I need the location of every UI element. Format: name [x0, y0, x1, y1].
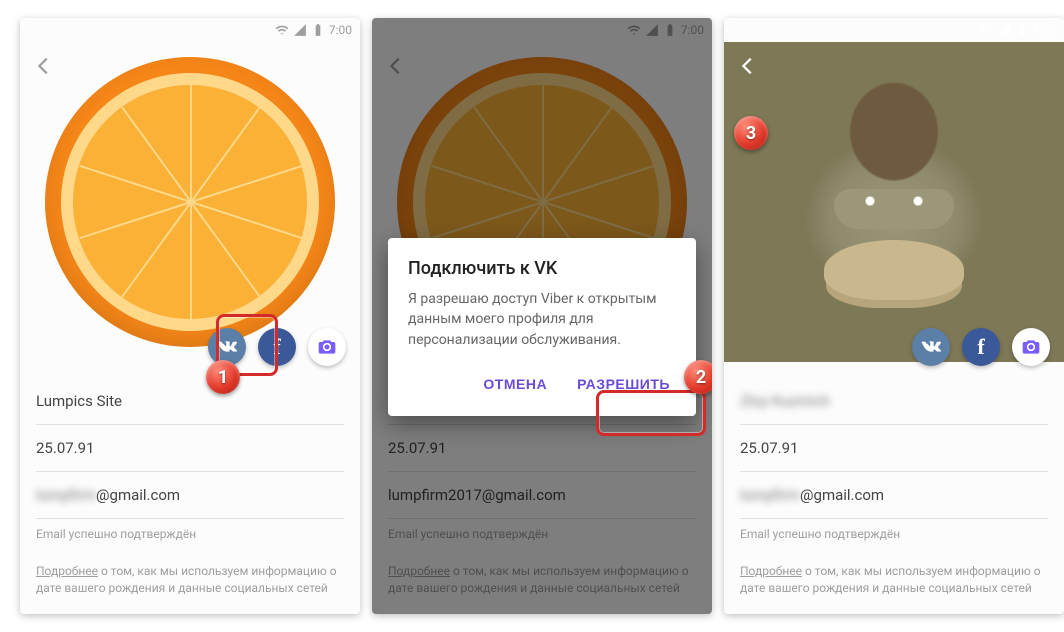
- step-1-badge: 1: [206, 360, 240, 394]
- camera-button[interactable]: [308, 328, 346, 366]
- back-button[interactable]: [30, 52, 58, 80]
- birthdate-field[interactable]: 25.07.91: [36, 425, 344, 472]
- wifi-icon: [275, 23, 289, 37]
- dialog-actions: ОТМЕНА РАЗРЕШИТЬ: [408, 368, 676, 406]
- email-confirmed-hint: Email успешно подтверждён: [36, 519, 344, 541]
- status-time: 7:00: [1033, 23, 1056, 37]
- camera-icon: [1021, 337, 1041, 357]
- profile-avatar-area: [724, 42, 1064, 362]
- social-buttons-row: f: [912, 328, 1050, 366]
- phone-screen-2: 7:00: [372, 18, 712, 614]
- tutorial-triptych: 7:00: [0, 0, 1064, 632]
- status-bar: 7:00: [20, 18, 360, 42]
- facebook-button[interactable]: f: [258, 328, 296, 366]
- privacy-more-link[interactable]: Подробнее: [36, 564, 98, 578]
- privacy-note: Подробнее о том, как мы используем инфор…: [740, 563, 1048, 597]
- email-field[interactable]: lumpfirm@gmail.com: [36, 472, 344, 519]
- vk-icon: [216, 336, 238, 358]
- email-suffix: @gmail.com: [800, 486, 884, 504]
- wifi-icon: [979, 23, 993, 37]
- allow-button[interactable]: РАЗРЕШИТЬ: [571, 368, 676, 400]
- back-button[interactable]: [734, 52, 762, 80]
- facebook-icon: f: [273, 334, 280, 360]
- status-time: 7:00: [329, 23, 352, 37]
- vk-button[interactable]: [912, 328, 950, 366]
- camera-icon: [317, 337, 337, 357]
- step-2-badge: 2: [684, 360, 712, 394]
- vk-icon: [920, 336, 942, 358]
- arrow-left-icon: [33, 55, 55, 77]
- avatar-character: [724, 42, 1064, 362]
- dialog-title: Подключить к VK: [408, 258, 676, 279]
- email-field[interactable]: lumpfirm@gmail.com: [740, 472, 1048, 519]
- email-suffix: @gmail.com: [96, 486, 180, 504]
- profile-info: Lumpics Site 25.07.91 lumpfirm@gmail.com…: [36, 378, 344, 597]
- email-confirmed-hint: Email успешно подтверждён: [740, 519, 1048, 541]
- status-bar: 7:00: [724, 18, 1064, 42]
- email-blur-part: lumpfirm: [36, 486, 96, 504]
- profile-avatar-area: [20, 42, 360, 362]
- privacy-note: Подробнее о том, как мы используем инфор…: [36, 563, 344, 597]
- dialog-body: Я разрешаю доступ Viber к открытым данны…: [408, 289, 676, 350]
- cancel-button[interactable]: ОТМЕНА: [477, 368, 553, 400]
- name-field[interactable]: Zloy Kuzmich: [740, 378, 1048, 425]
- camera-button[interactable]: [1012, 328, 1050, 366]
- privacy-more-link[interactable]: Подробнее: [740, 564, 802, 578]
- facebook-button[interactable]: f: [962, 328, 1000, 366]
- step-3-badge: 3: [734, 116, 768, 150]
- signal-icon: [997, 23, 1011, 37]
- signal-icon: [293, 23, 307, 37]
- name-field[interactable]: Lumpics Site: [36, 378, 344, 425]
- battery-icon: [1015, 23, 1029, 37]
- profile-info: Zloy Kuzmich 25.07.91 lumpfirm@gmail.com…: [740, 378, 1048, 597]
- avatar-orange: [45, 57, 335, 347]
- birthdate-field[interactable]: 25.07.91: [740, 425, 1048, 472]
- email-blur-part: lumpfirm: [740, 486, 800, 504]
- arrow-left-icon: [737, 55, 759, 77]
- vk-connect-dialog: Подключить к VK Я разрешаю доступ Viber …: [388, 238, 696, 416]
- battery-icon: [311, 23, 325, 37]
- phone-screen-1: 7:00: [20, 18, 360, 614]
- phone-screen-3: 7:00 f 3 Zloy Kuzmich 25.07.91 lumpfirm@…: [724, 18, 1064, 614]
- facebook-icon: f: [977, 334, 984, 360]
